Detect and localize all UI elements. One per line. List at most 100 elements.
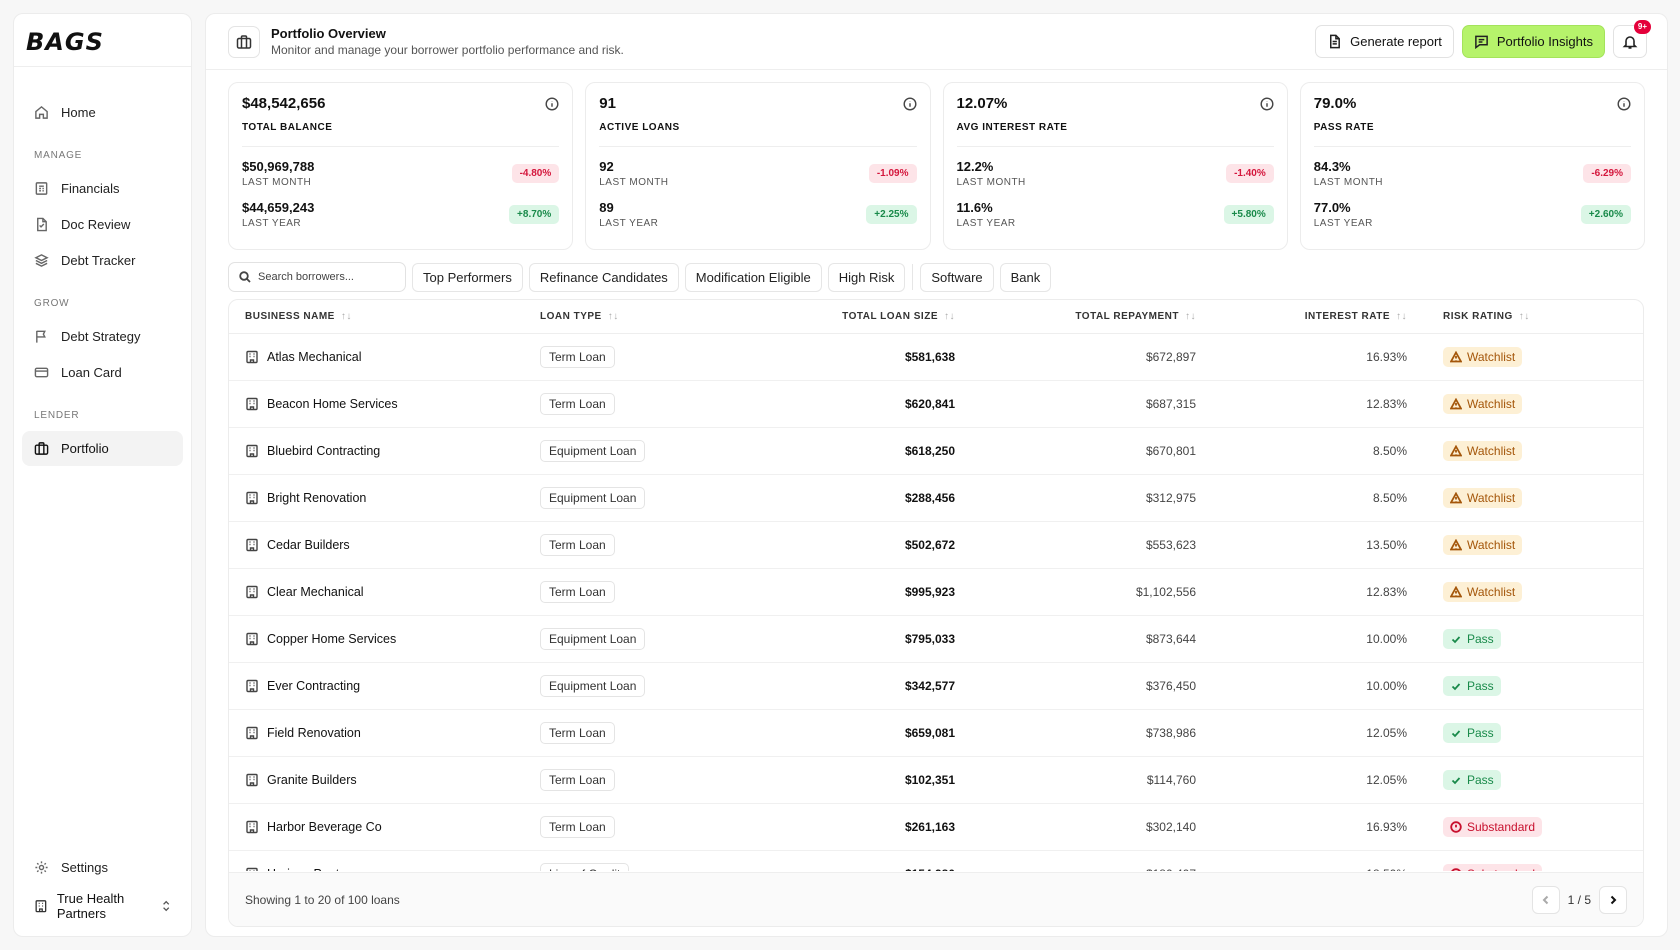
- sidebar-item-debt-strategy[interactable]: Debt Strategy: [22, 319, 183, 354]
- loan-size-cell: $795,033: [904, 632, 955, 646]
- business-name[interactable]: Horizon Pantry: [267, 867, 350, 871]
- building-icon: [246, 350, 258, 364]
- loan-size-cell: $995,923: [904, 585, 955, 599]
- column-business-name[interactable]: BUSINESS NAME ↑↓: [245, 311, 352, 322]
- building-icon: [246, 585, 258, 599]
- business-name[interactable]: Beacon Home Services: [267, 397, 398, 411]
- risk-badge: Watchlist: [1443, 535, 1523, 555]
- info-icon[interactable]: [545, 97, 559, 111]
- risk-badge: Substandard: [1443, 864, 1543, 871]
- change-badge: +2.60%: [1580, 205, 1631, 224]
- business-name[interactable]: Ever Contracting: [267, 679, 360, 693]
- business-name[interactable]: Granite Builders: [267, 773, 357, 787]
- column-interest-rate[interactable]: INTEREST RATE ↑↓: [1305, 311, 1407, 322]
- table-row[interactable]: Granite Builders Term Loan $102,351 $114,76…: [229, 757, 1643, 804]
- column-risk-rating[interactable]: RISK RATING ↑↓: [1443, 311, 1530, 322]
- loan-size-cell: $620,841: [904, 397, 955, 411]
- comparison-value: 92: [599, 159, 614, 174]
- metric-label: TOTAL BALANCE: [242, 122, 560, 147]
- sidebar-item-loan-card[interactable]: Loan Card: [22, 355, 183, 390]
- comparison-label: LAST MONTH: [956, 177, 1026, 188]
- risk-badge: Pass: [1443, 723, 1501, 743]
- loan-type-cell: Equipment Loan: [540, 428, 646, 474]
- search-box[interactable]: [228, 262, 406, 292]
- info-icon[interactable]: [1260, 97, 1274, 111]
- sidebar-item-doc-review[interactable]: Doc Review: [22, 207, 183, 242]
- loan-type-cell: Term Loan: [540, 381, 615, 427]
- sidebar-item-label: Portfolio: [61, 441, 109, 456]
- risk-label: Pass: [1467, 679, 1494, 693]
- table-row[interactable]: Horizon Pantry Line of Credit $154,980 $180…: [229, 851, 1643, 871]
- filter-bar: Top PerformersRefinance CandidatesModifi…: [206, 250, 1667, 292]
- table-body: Atlas Mechanical Term Loan $581,638 $672,89…: [229, 334, 1643, 871]
- building-icon: [246, 773, 258, 787]
- loan-size-cell: $581,638: [904, 350, 955, 364]
- table-row[interactable]: Harbor Beverage Co Term Loan $261,163 $302,…: [229, 804, 1643, 851]
- business-name[interactable]: Field Renovation: [267, 726, 361, 740]
- loan-size-cell: $154,980: [905, 851, 955, 871]
- page-indicator: 1 / 5: [1567, 892, 1591, 907]
- notifications-button[interactable]: 9+: [1613, 20, 1651, 58]
- loan-type-tag: Equipment Loan: [540, 675, 646, 697]
- sidebar-item-home[interactable]: Home: [22, 95, 183, 130]
- risk-badge: Pass: [1443, 629, 1501, 649]
- business-name[interactable]: Bright Renovation: [267, 491, 366, 505]
- filter-chip-refinance-candidates[interactable]: Refinance Candidates: [528, 262, 679, 292]
- sidebar-item-label: Settings: [61, 860, 108, 875]
- table-row[interactable]: Cedar Builders Term Loan $502,672 $553,623 1…: [229, 522, 1643, 569]
- sidebar-item-portfolio[interactable]: Portfolio: [22, 431, 183, 466]
- table-row[interactable]: Bright Renovation Equipment Loan $288,456 $…: [229, 475, 1643, 522]
- loan-type-cell: Equipment Loan: [540, 475, 646, 521]
- business-name[interactable]: Bluebird Contracting: [267, 444, 380, 458]
- risk-badge: Pass: [1443, 770, 1501, 790]
- search-input[interactable]: [258, 271, 388, 283]
- column-total-repayment[interactable]: TOTAL REPAYMENT ↑↓: [1075, 311, 1196, 322]
- risk-rating-cell: Watchlist: [1443, 522, 1523, 568]
- sidebar-item-debt-tracker[interactable]: Debt Tracker: [22, 243, 183, 278]
- table-row[interactable]: Ever Contracting Equipment Loan $342,577 $3…: [229, 663, 1643, 710]
- change-badge: -1.40%: [1226, 164, 1274, 183]
- business-name[interactable]: Harbor Beverage Co: [267, 820, 382, 834]
- info-icon[interactable]: [1617, 97, 1631, 111]
- change-badge: -4.80%: [511, 164, 560, 183]
- risk-rating-cell: Watchlist: [1443, 428, 1523, 474]
- column-total-loan-size[interactable]: TOTAL LOAN SIZE ↑↓: [842, 311, 955, 322]
- info-icon[interactable]: [902, 97, 917, 111]
- org-switcher[interactable]: True Health Partners: [22, 886, 183, 926]
- repayment-cell: $114,760: [1146, 773, 1196, 787]
- column-loan-type[interactable]: LOAN TYPE ↑↓: [540, 311, 619, 322]
- next-page-button[interactable]: [1599, 885, 1627, 914]
- table-row[interactable]: Atlas Mechanical Term Loan $581,638 $672,89…: [229, 334, 1643, 381]
- filter-chip-high-risk[interactable]: High Risk: [827, 262, 906, 292]
- table-row[interactable]: Field Renovation Term Loan $659,081 $738,98…: [229, 710, 1643, 757]
- app-logo[interactable]: BAGS: [26, 28, 104, 56]
- table-row[interactable]: Clear Mechanical Term Loan $995,923 $1,102,…: [229, 569, 1643, 616]
- table-row[interactable]: Copper Home Services Equipment Loan $795,0…: [229, 616, 1643, 663]
- sidebar-item-label: Debt Tracker: [61, 253, 136, 268]
- filter-chip-top-performers[interactable]: Top Performers: [412, 262, 523, 292]
- portfolio-insights-button[interactable]: Portfolio Insights: [1461, 25, 1605, 58]
- previous-page-button[interactable]: [1531, 885, 1560, 914]
- table-row[interactable]: Beacon Home Services Term Loan $620,841 $68…: [229, 381, 1643, 428]
- table-row[interactable]: Bluebird Contracting Equipment Loan $618,2…: [229, 428, 1643, 475]
- generate-report-button[interactable]: Generate report: [1315, 25, 1454, 58]
- interest-rate-cell: 18.50%: [1366, 851, 1407, 871]
- business-name[interactable]: Copper Home Services: [267, 632, 396, 646]
- loan-type-tag: Equipment Loan: [540, 440, 646, 462]
- business-name-cell: Granite Builders: [245, 757, 357, 803]
- business-name[interactable]: Cedar Builders: [267, 538, 350, 552]
- business-name[interactable]: Atlas Mechanical: [267, 350, 362, 364]
- interest-rate-cell: 12.83%: [1366, 397, 1407, 411]
- sidebar-item-settings[interactable]: Settings: [22, 850, 183, 885]
- document-icon: [1330, 34, 1341, 49]
- filter-chip-software[interactable]: Software: [920, 262, 994, 292]
- filter-chip-modification-eligible[interactable]: Modification Eligible: [684, 262, 822, 292]
- filter-chip-bank[interactable]: Bank: [999, 262, 1052, 292]
- risk-rating-cell: Substandard: [1443, 851, 1543, 871]
- comparison-label: LAST YEAR: [242, 218, 302, 229]
- business-name[interactable]: Clear Mechanical: [267, 585, 364, 599]
- loan-type-cell: Equipment Loan: [540, 616, 646, 662]
- notification-badge: 9+: [1633, 20, 1651, 34]
- comparison-value: $44,659,243: [242, 200, 315, 215]
- sidebar-item-financials[interactable]: Financials: [22, 171, 183, 206]
